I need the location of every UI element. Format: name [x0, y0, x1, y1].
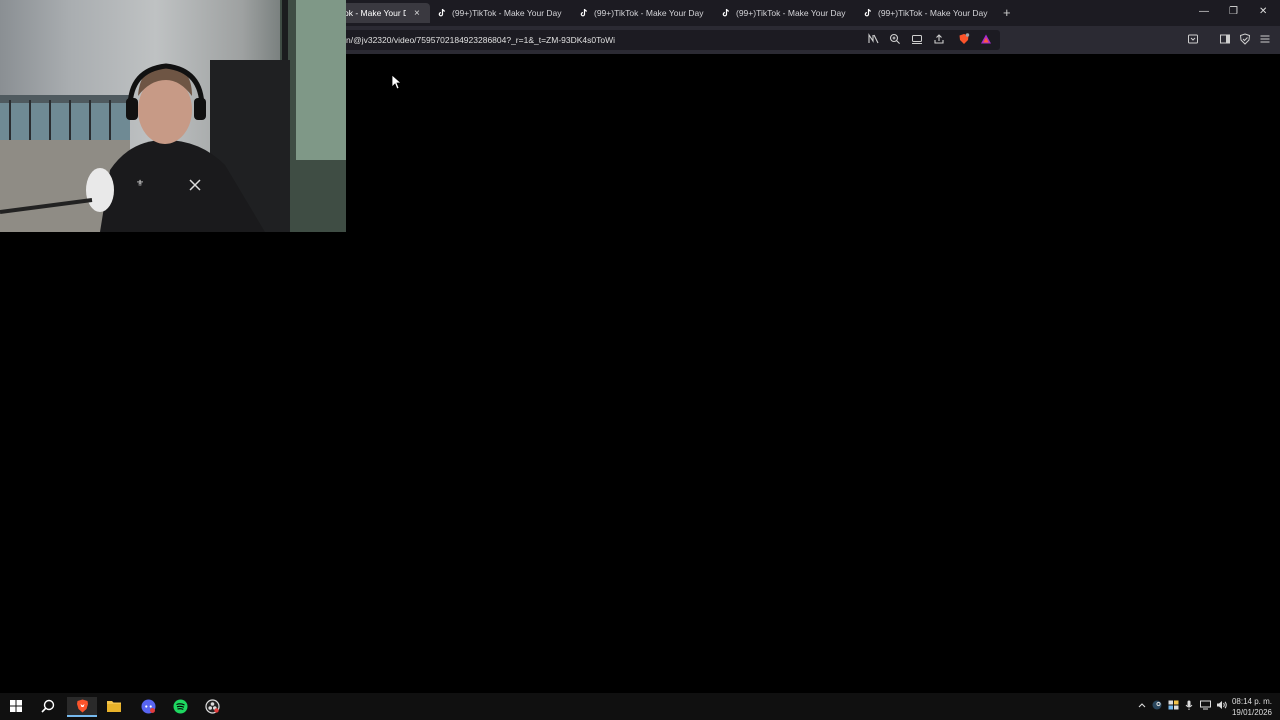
taskbar	[0, 693, 1280, 720]
tab-title: ok - Make Your D	[344, 8, 406, 18]
tiktok-icon	[863, 8, 873, 18]
tiktok-icon	[437, 8, 447, 18]
brave-icon[interactable]	[67, 697, 97, 717]
mic-icon[interactable]	[1184, 700, 1194, 712]
mouse-cursor-icon	[391, 74, 401, 90]
share-icon[interactable]	[933, 33, 945, 45]
network-icon[interactable]	[1168, 700, 1179, 712]
tab-tiktok[interactable]: (99+)TikTok - Make Your Day	[579, 3, 704, 23]
close-tab-icon[interactable]: ×	[414, 8, 420, 19]
sidebar-icon[interactable]	[1219, 33, 1231, 45]
tab-tiktok[interactable]: (99+)TikTok - Make Your Day	[721, 3, 846, 23]
minimize-button[interactable]: —	[1199, 6, 1209, 17]
file-explorer-icon[interactable]	[105, 697, 123, 715]
webcam-overlay: ⚜	[0, 0, 346, 232]
taskbar-clock[interactable]: 08:14 p. m. 19/01/2026	[1232, 696, 1272, 718]
tab-title: (99+)TikTok - Make Your Day	[736, 8, 846, 18]
webcam-picture: ⚜	[0, 0, 346, 232]
clock-date: 19/01/2026	[1231, 708, 1272, 717]
reader-icon[interactable]	[1187, 33, 1199, 45]
tab-title: (99+)TikTok - Make Your Day	[594, 8, 704, 18]
obs-icon[interactable]	[203, 697, 221, 715]
windows-start-icon[interactable]	[7, 697, 25, 715]
svg-text:⚜: ⚜	[136, 179, 144, 189]
restore-button[interactable]: ❐	[1229, 6, 1238, 17]
wallet-icon[interactable]	[1239, 33, 1251, 45]
clock-time: 08:14 p. m.	[1231, 697, 1272, 706]
tiktok-icon	[579, 8, 589, 18]
chevron-up-icon[interactable]	[1137, 700, 1147, 712]
tab-active[interactable]: ok - Make Your D ×	[340, 3, 430, 23]
menu-icon[interactable]	[1259, 33, 1271, 45]
new-tab-button[interactable]: +	[1003, 5, 1011, 20]
discord-icon[interactable]	[139, 697, 157, 715]
brave-shields-icon[interactable]	[958, 33, 970, 45]
tab-tiktok[interactable]: (99+)TikTok - Make Your Day	[437, 3, 562, 23]
zoom-icon[interactable]	[889, 33, 901, 45]
close-window-button[interactable]: ✕	[1259, 6, 1267, 17]
spotify-icon[interactable]	[171, 697, 189, 715]
tab-title: (99+)TikTok - Make Your Day	[452, 8, 562, 18]
tab-tiktok[interactable]: (99+)TikTok - Make Your Day	[863, 3, 988, 23]
cast-icon[interactable]	[911, 33, 923, 45]
tab-title: (99+)TikTok - Make Your Day	[878, 8, 988, 18]
usb-icon[interactable]	[1200, 700, 1211, 712]
steam-icon[interactable]	[1152, 700, 1162, 712]
search-icon[interactable]	[39, 697, 57, 715]
url-text[interactable]: n/@jv32320/video/7595702184923286804?_r=…	[340, 35, 615, 45]
address-bar[interactable]: n/@jv32320/video/7595702184923286804?_r=…	[340, 30, 1000, 50]
no-autoplay-icon[interactable]	[867, 33, 879, 45]
tiktok-icon	[721, 8, 731, 18]
volume-icon[interactable]	[1216, 700, 1227, 712]
brave-rewards-icon[interactable]	[980, 33, 992, 45]
